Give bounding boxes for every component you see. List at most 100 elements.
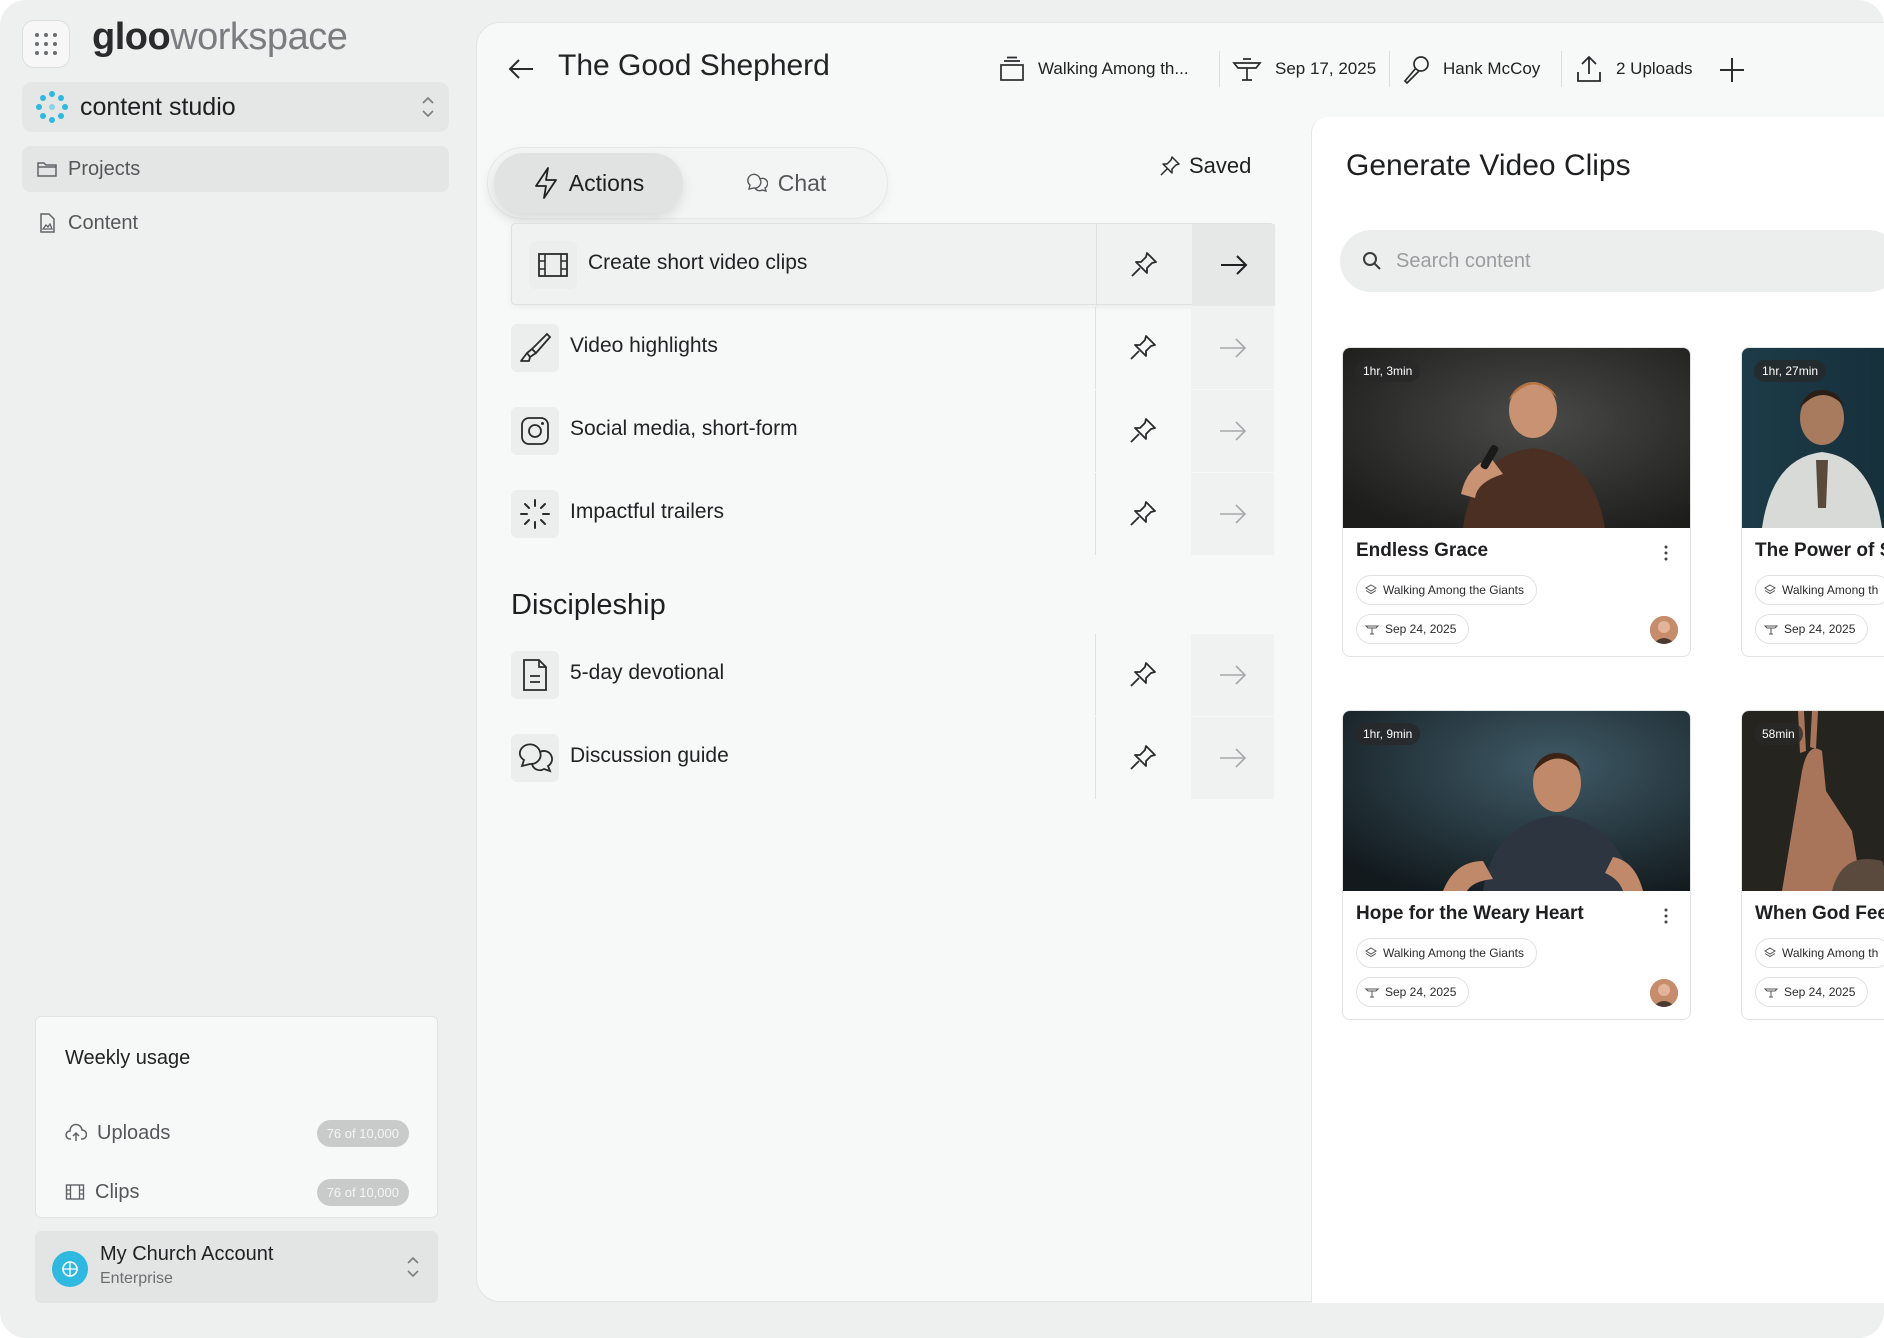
saved-button[interactable]: Saved	[1159, 153, 1251, 179]
globe-icon	[62, 1261, 78, 1277]
podium-icon	[1365, 988, 1379, 998]
series-tag: Walking Among the Giants	[1356, 938, 1537, 968]
sidebar-item-projects[interactable]: Projects	[22, 146, 449, 192]
speaker-chip[interactable]: Hank McCoy	[1401, 49, 1540, 89]
stack-icon	[1764, 584, 1776, 595]
duration-badge: 1hr, 27min	[1754, 360, 1827, 382]
action-row-impactful-trailers[interactable]: Impactful trailers	[511, 473, 1274, 555]
film-icon	[529, 241, 577, 289]
pin-icon[interactable]	[1128, 660, 1158, 690]
stack-icon	[1000, 56, 1024, 81]
mode-tabs: Actions Chat	[487, 147, 888, 219]
action-row-create-short-video-clips[interactable]: Create short video clips	[511, 223, 1275, 306]
series-tag: Walking Among th	[1755, 575, 1884, 605]
tab-actions[interactable]: Actions	[494, 153, 683, 213]
pin-icon[interactable]	[1128, 416, 1158, 446]
app-launcher-button[interactable]	[22, 20, 70, 68]
video-thumbnail: 1hr, 27min	[1742, 348, 1884, 528]
pin-icon[interactable]	[1128, 333, 1158, 363]
arrow-right-icon	[1219, 421, 1246, 441]
chevron-up-down-icon	[422, 96, 434, 118]
podium-icon	[1764, 625, 1778, 635]
video-card[interactable]: 1hr, 27min The Power of S Walking Among …	[1741, 347, 1884, 657]
video-card[interactable]: 58min When God Fee Walking Among th Sep …	[1741, 710, 1884, 1020]
folder-icon	[37, 162, 57, 177]
date-tag: Sep 24, 2025	[1755, 614, 1869, 644]
document-icon	[511, 651, 559, 699]
studio-switcher[interactable]: content studio	[22, 82, 449, 132]
go-arrow-button[interactable]	[1191, 307, 1274, 389]
logo-bold-text: gloo	[92, 16, 171, 58]
video-title: Hope for the Weary Heart	[1356, 903, 1584, 924]
tab-label: Chat	[777, 169, 827, 196]
date-chip[interactable]: Sep 17, 2025	[1231, 49, 1376, 89]
divider	[1219, 51, 1220, 87]
logo-light-text: workspace	[170, 16, 348, 58]
divider	[1095, 473, 1096, 555]
action-row-social-media[interactable]: Social media, short-form	[511, 390, 1274, 472]
cloud-upload-icon	[65, 1123, 87, 1141]
pin-icon[interactable]	[1128, 499, 1158, 529]
go-arrow-button[interactable]	[1191, 634, 1274, 716]
video-title: The Power of S	[1755, 540, 1884, 561]
content-studio-logo-icon	[36, 91, 68, 123]
video-thumbnail: 1hr, 9min	[1343, 711, 1690, 891]
action-row-discussion-guide[interactable]: Discussion guide	[511, 717, 1274, 799]
upload-icon	[1577, 55, 1601, 82]
more-options-icon[interactable]	[1664, 908, 1668, 924]
search-input[interactable]: Search content	[1340, 230, 1884, 292]
generate-video-clips-panel: Generate Video Clips Search content 1hr,…	[1311, 117, 1884, 1303]
series-chip[interactable]: Walking Among th...	[998, 49, 1189, 89]
plus-icon[interactable]	[1717, 55, 1747, 85]
instagram-icon	[511, 407, 559, 455]
video-thumbnail: 1hr, 3min	[1343, 348, 1690, 528]
more-options-icon[interactable]	[1664, 545, 1668, 561]
podium-icon	[1232, 58, 1262, 81]
chat-bubbles-icon	[746, 173, 768, 192]
usage-label: Uploads	[97, 1121, 171, 1144]
go-arrow-button[interactable]	[1191, 390, 1274, 472]
document-image-icon	[40, 213, 55, 233]
action-label: Video highlights	[570, 334, 718, 357]
divider	[1095, 390, 1096, 472]
arrow-right-icon	[1219, 504, 1246, 524]
podium-icon	[1365, 625, 1379, 635]
studio-name: content studio	[80, 92, 236, 121]
series-label: Walking Among th...	[1038, 59, 1189, 78]
weekly-usage-card: Weekly usage Uploads 76 of 10,000 Clips …	[35, 1016, 438, 1218]
uploads-chip[interactable]: 2 Uploads	[1574, 49, 1693, 89]
series-tag: Walking Among the Giants	[1356, 575, 1537, 605]
tab-chat[interactable]: Chat	[693, 153, 879, 213]
account-tier: Enterprise	[100, 1270, 173, 1287]
sidebar-item-label: Projects	[68, 157, 141, 180]
series-label: Walking Among the Giants	[1383, 583, 1524, 597]
pin-icon[interactable]	[1129, 250, 1159, 280]
series-tag: Walking Among th	[1755, 938, 1884, 968]
film-icon	[65, 1184, 85, 1200]
date-tag: Sep 24, 2025	[1356, 614, 1470, 644]
podium-icon	[1764, 988, 1778, 998]
go-arrow-button[interactable]	[1192, 224, 1275, 306]
back-arrow-icon[interactable]	[507, 57, 535, 81]
duration-badge: 58min	[1754, 723, 1803, 745]
sidebar-item-content[interactable]: Content	[22, 200, 449, 246]
action-row-5-day-devotional[interactable]: 5-day devotional	[511, 634, 1274, 716]
account-switcher[interactable]: My Church Account Enterprise	[35, 1231, 438, 1303]
action-label: Create short video clips	[588, 251, 808, 274]
avatar	[1650, 616, 1678, 644]
highlighter-icon	[511, 324, 559, 372]
action-row-video-highlights[interactable]: Video highlights	[511, 307, 1274, 389]
saved-label: Saved	[1189, 153, 1252, 178]
stack-icon	[1365, 947, 1377, 958]
go-arrow-button[interactable]	[1191, 473, 1274, 555]
video-title: When God Fee	[1755, 903, 1884, 924]
usage-count-badge: 76 of 10,000	[316, 1119, 409, 1147]
pin-icon[interactable]	[1128, 743, 1158, 773]
divider	[1389, 51, 1390, 87]
video-card[interactable]: 1hr, 9min Hope for the Weary Heart Walki…	[1342, 710, 1691, 1020]
series-label: Walking Among the Giants	[1383, 946, 1524, 960]
speaker-label: Hank McCoy	[1443, 59, 1541, 78]
video-card[interactable]: 1hr, 3min Endless Grace Walking Among th…	[1342, 347, 1691, 657]
go-arrow-button[interactable]	[1191, 717, 1274, 799]
video-title: Endless Grace	[1356, 540, 1489, 561]
